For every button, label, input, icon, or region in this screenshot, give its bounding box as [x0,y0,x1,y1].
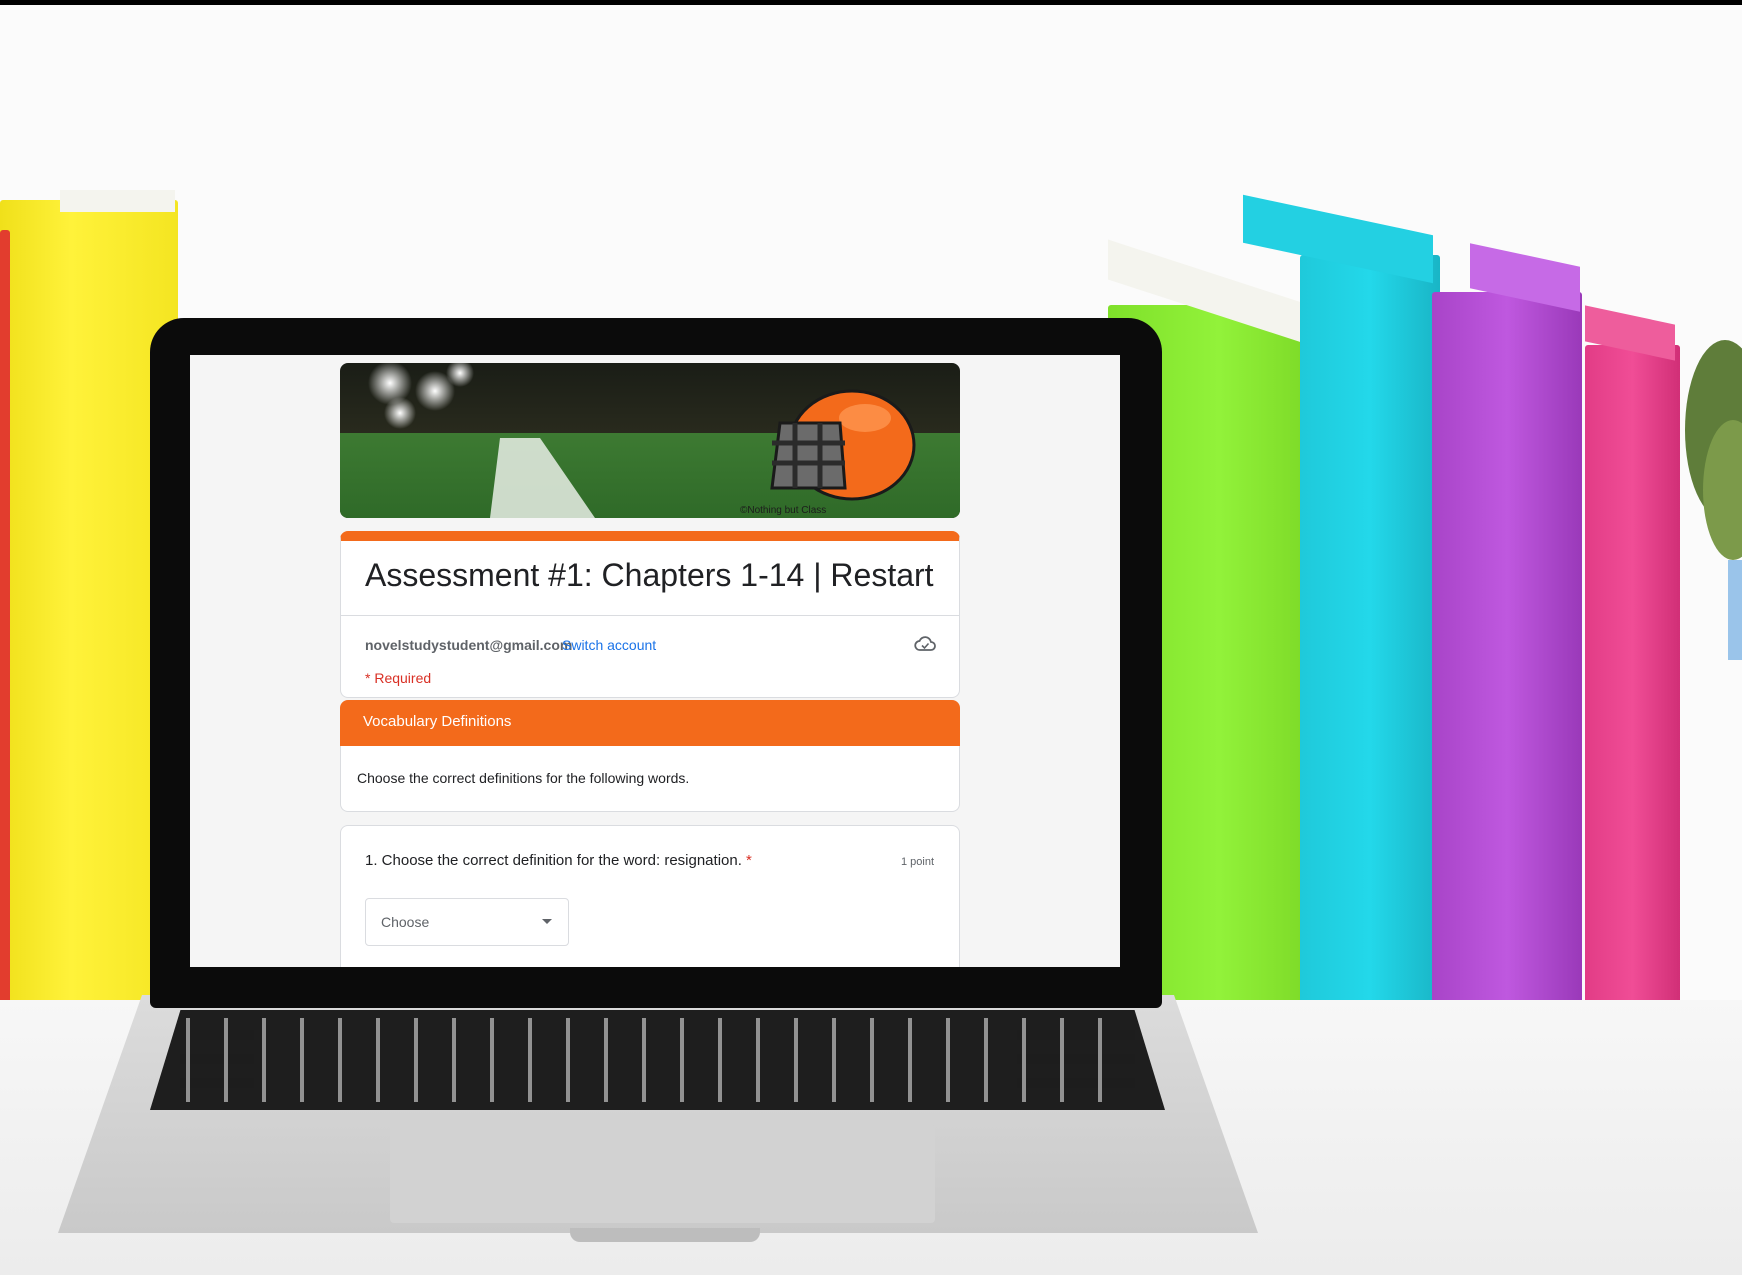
required-star: * [746,852,752,869]
header-divider [341,615,959,616]
laptop-notch [570,1228,760,1242]
question-points: 1 point [901,856,935,868]
dropdown-placeholder: Choose [381,914,430,930]
purple-book [1432,292,1582,1032]
section-title: Vocabulary Definitions [363,713,512,730]
banner-credit: ©Nothing but Class [740,505,826,516]
laptop-keyboard [150,1010,1165,1110]
form-banner: ©Nothing but Class [340,363,960,518]
yellow-book-pages [60,190,175,212]
question-text: 1. Choose the correct definition for the… [365,852,752,869]
question-label: 1. Choose the correct definition for the… [365,852,742,869]
cloud-save-icon [914,636,936,651]
laptop-trackpad [390,1125,935,1223]
red-book [0,230,10,1030]
switch-account-link[interactable]: Switch account [562,637,656,653]
dropdown-arrow-icon [542,919,552,924]
form-header-card: Assessment #1: Chapters 1-14 | Restart n… [340,531,960,698]
top-border [0,0,1742,5]
section-description: Choose the correct definitions for the f… [357,770,690,786]
account-email: novelstudystudent@gmail.com [365,637,573,653]
plant [1685,340,1742,660]
form-title: Assessment #1: Chapters 1-14 | Restart [365,557,934,593]
required-note: * Required [365,670,432,686]
cyan-book [1300,255,1440,1040]
laptop-screen: ©Nothing but Class Assessment #1: Chapte… [190,355,1120,967]
section-header: Vocabulary Definitions [340,700,960,746]
question-card: 1. Choose the correct definition for the… [340,825,960,967]
pink-book [1585,345,1680,1027]
answer-dropdown[interactable]: Choose [365,898,569,946]
section-description-card: Choose the correct definitions for the f… [340,746,960,812]
